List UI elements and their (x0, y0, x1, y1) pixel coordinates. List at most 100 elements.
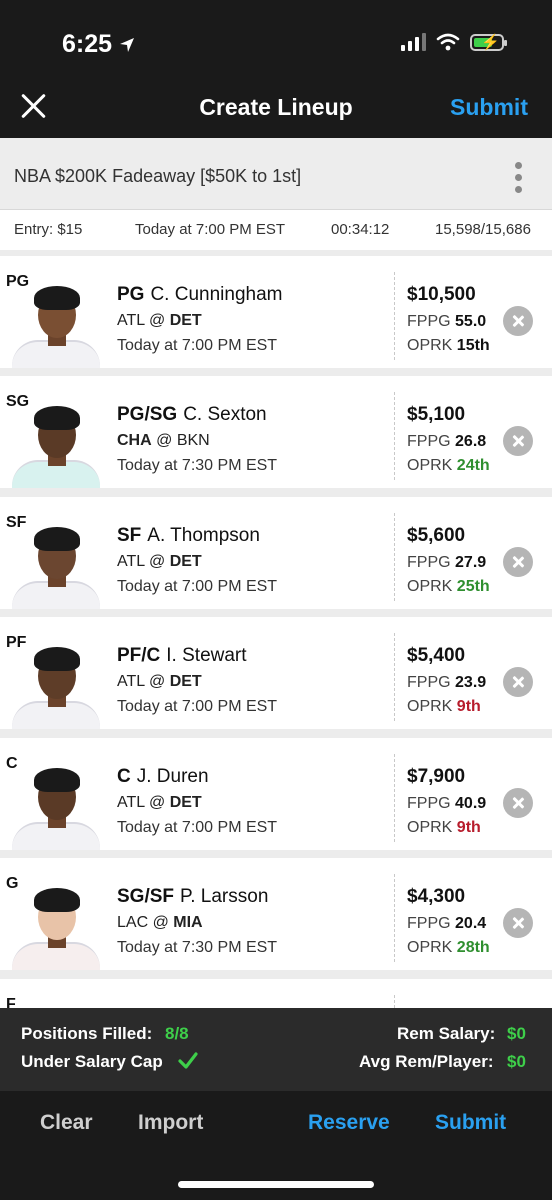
player-position: PG/SG (117, 404, 178, 425)
player-position: C (117, 766, 131, 787)
countdown-timer: 00:34:12 (331, 221, 390, 238)
player-salary: $10,500 (407, 284, 476, 305)
avg-rem-label: Avg Rem/Player: (359, 1052, 494, 1071)
fppg-value: 40.9 (455, 795, 487, 812)
player-headshot[interactable] (12, 400, 100, 488)
matchup: ATL @ DET (117, 794, 202, 811)
home-team: DET (169, 673, 202, 690)
submit-button-bottom[interactable]: Submit (435, 1111, 506, 1135)
fppg-label: FPPG (407, 433, 451, 450)
player-name-line[interactable]: C J. Duren (117, 766, 209, 788)
oprk-value: 24th (456, 457, 490, 474)
player-row[interactable]: PF PF/C I. Stewart ATL @ DET Today at 7:00 P… (0, 617, 552, 729)
cellular-signal-icon (401, 33, 426, 51)
fppg-value: 20.4 (455, 915, 487, 932)
salary-cap-status: Under Salary Cap (21, 1052, 163, 1071)
game-time: Today at 7:00 PM EST (117, 578, 278, 595)
player-name: C. Sexton (183, 404, 267, 425)
player-name-line[interactable]: SG/SF P. Larsson (117, 886, 268, 908)
player-position: PF/C (117, 645, 161, 666)
oprk-stat: OPRK 28th (407, 939, 490, 957)
import-button[interactable]: Import (138, 1111, 203, 1135)
remove-player-icon[interactable] (503, 667, 533, 697)
reserve-button[interactable]: Reserve (308, 1111, 390, 1135)
remove-player-icon[interactable] (503, 788, 533, 818)
player-row[interactable]: SG PG/SG C. Sexton CHA @ BKN Today at 7:30 P… (0, 376, 552, 488)
player-headshot[interactable] (12, 280, 100, 368)
oprk-stat: OPRK 25th (407, 578, 490, 596)
oprk-stat: OPRK 9th (407, 819, 481, 837)
oprk-stat: OPRK 9th (407, 698, 481, 716)
row-divider (394, 754, 395, 842)
player-headshot[interactable] (12, 882, 100, 970)
rem-salary-value: $0 (507, 1024, 526, 1043)
player-name: I. Stewart (166, 645, 247, 666)
fppg-label: FPPG (407, 674, 451, 691)
row-divider (394, 272, 395, 360)
oprk-label: OPRK (407, 939, 453, 956)
player-name-line[interactable]: SF A. Thompson (117, 525, 260, 547)
player-headshot[interactable] (12, 521, 100, 609)
oprk-stat: OPRK 15th (407, 337, 490, 355)
location-arrow-icon (120, 37, 135, 52)
more-options-icon[interactable] (515, 162, 522, 193)
fppg-value: 27.9 (455, 554, 487, 571)
oprk-label: OPRK (407, 578, 453, 595)
remove-player-icon[interactable] (503, 547, 533, 577)
matchup: LAC @ MIA (117, 914, 203, 931)
player-name-line[interactable]: PF/C I. Stewart (117, 645, 247, 667)
rem-salary-label: Rem Salary: (397, 1024, 496, 1043)
remove-player-icon[interactable] (503, 426, 533, 456)
fppg-value: 26.8 (455, 433, 487, 450)
game-time: Today at 7:00 PM EST (117, 337, 278, 354)
home-team: DET (169, 553, 202, 570)
fppg-stat: FPPG 26.8 (407, 433, 486, 451)
clear-button[interactable]: Clear (40, 1111, 93, 1135)
row-divider (394, 633, 395, 721)
matchup: ATL @ DET (117, 673, 202, 690)
positions-filled-label: Positions Filled: (21, 1024, 153, 1043)
player-row[interactable]: SF SF A. Thompson ATL @ DET Today at 7:00 PM… (0, 497, 552, 609)
home-indicator (178, 1181, 374, 1188)
fppg-stat: FPPG 27.9 (407, 554, 486, 572)
away-team: ATL (117, 312, 145, 329)
oprk-label: OPRK (407, 457, 453, 474)
contest-title[interactable]: NBA $200K Fadeaway [$50K to 1st] (14, 166, 301, 187)
row-divider (394, 513, 395, 601)
home-team: MIA (173, 914, 203, 931)
oprk-value: 28th (456, 939, 490, 956)
row-divider (394, 392, 395, 480)
status-indicators: ⚡ (401, 33, 507, 51)
remove-player-icon[interactable] (503, 908, 533, 938)
bottom-action-bar: Clear Import Reserve Submit (0, 1091, 552, 1200)
player-name: P. Larsson (180, 886, 269, 907)
wifi-icon (436, 33, 460, 51)
player-name-line[interactable]: PG C. Cunningham (117, 284, 282, 306)
player-row[interactable]: FSF/PFJ. Jaquez Jr.$5,900 (0, 979, 552, 1010)
player-salary: $5,400 (407, 645, 466, 666)
oprk-label: OPRK (407, 819, 453, 836)
matchup: ATL @ DET (117, 553, 202, 570)
player-salary: $7,900 (407, 766, 466, 787)
oprk-value: 25th (456, 578, 490, 595)
player-headshot[interactable] (12, 762, 100, 850)
player-name: A. Thompson (147, 525, 260, 546)
entry-fee: Entry: $15 (14, 221, 83, 238)
away-team: ATL (117, 553, 145, 570)
clock: 6:25 (62, 30, 113, 58)
oprk-label: OPRK (407, 698, 453, 715)
remove-player-icon[interactable] (503, 306, 533, 336)
player-position: SF (117, 525, 142, 546)
fppg-stat: FPPG 20.4 (407, 915, 486, 933)
oprk-label: OPRK (407, 337, 453, 354)
fppg-stat: FPPG 55.0 (407, 313, 486, 331)
player-position: PG (117, 284, 145, 305)
lineup-list[interactable]: PG PG C. Cunningham ATL @ DET Today at 7:00 … (0, 250, 552, 1010)
player-row[interactable]: C C J. Duren ATL @ DET Today at 7:00 PM EST $… (0, 738, 552, 850)
player-name-line[interactable]: PG/SG C. Sexton (117, 404, 267, 426)
player-row[interactable]: G SG/SF P. Larsson LAC @ MIA Today at 7:30 P… (0, 858, 552, 970)
fppg-label: FPPG (407, 313, 451, 330)
submit-button-top[interactable]: Submit (450, 94, 528, 121)
player-headshot[interactable] (12, 641, 100, 729)
player-row[interactable]: PG PG C. Cunningham ATL @ DET Today at 7:00 … (0, 256, 552, 368)
